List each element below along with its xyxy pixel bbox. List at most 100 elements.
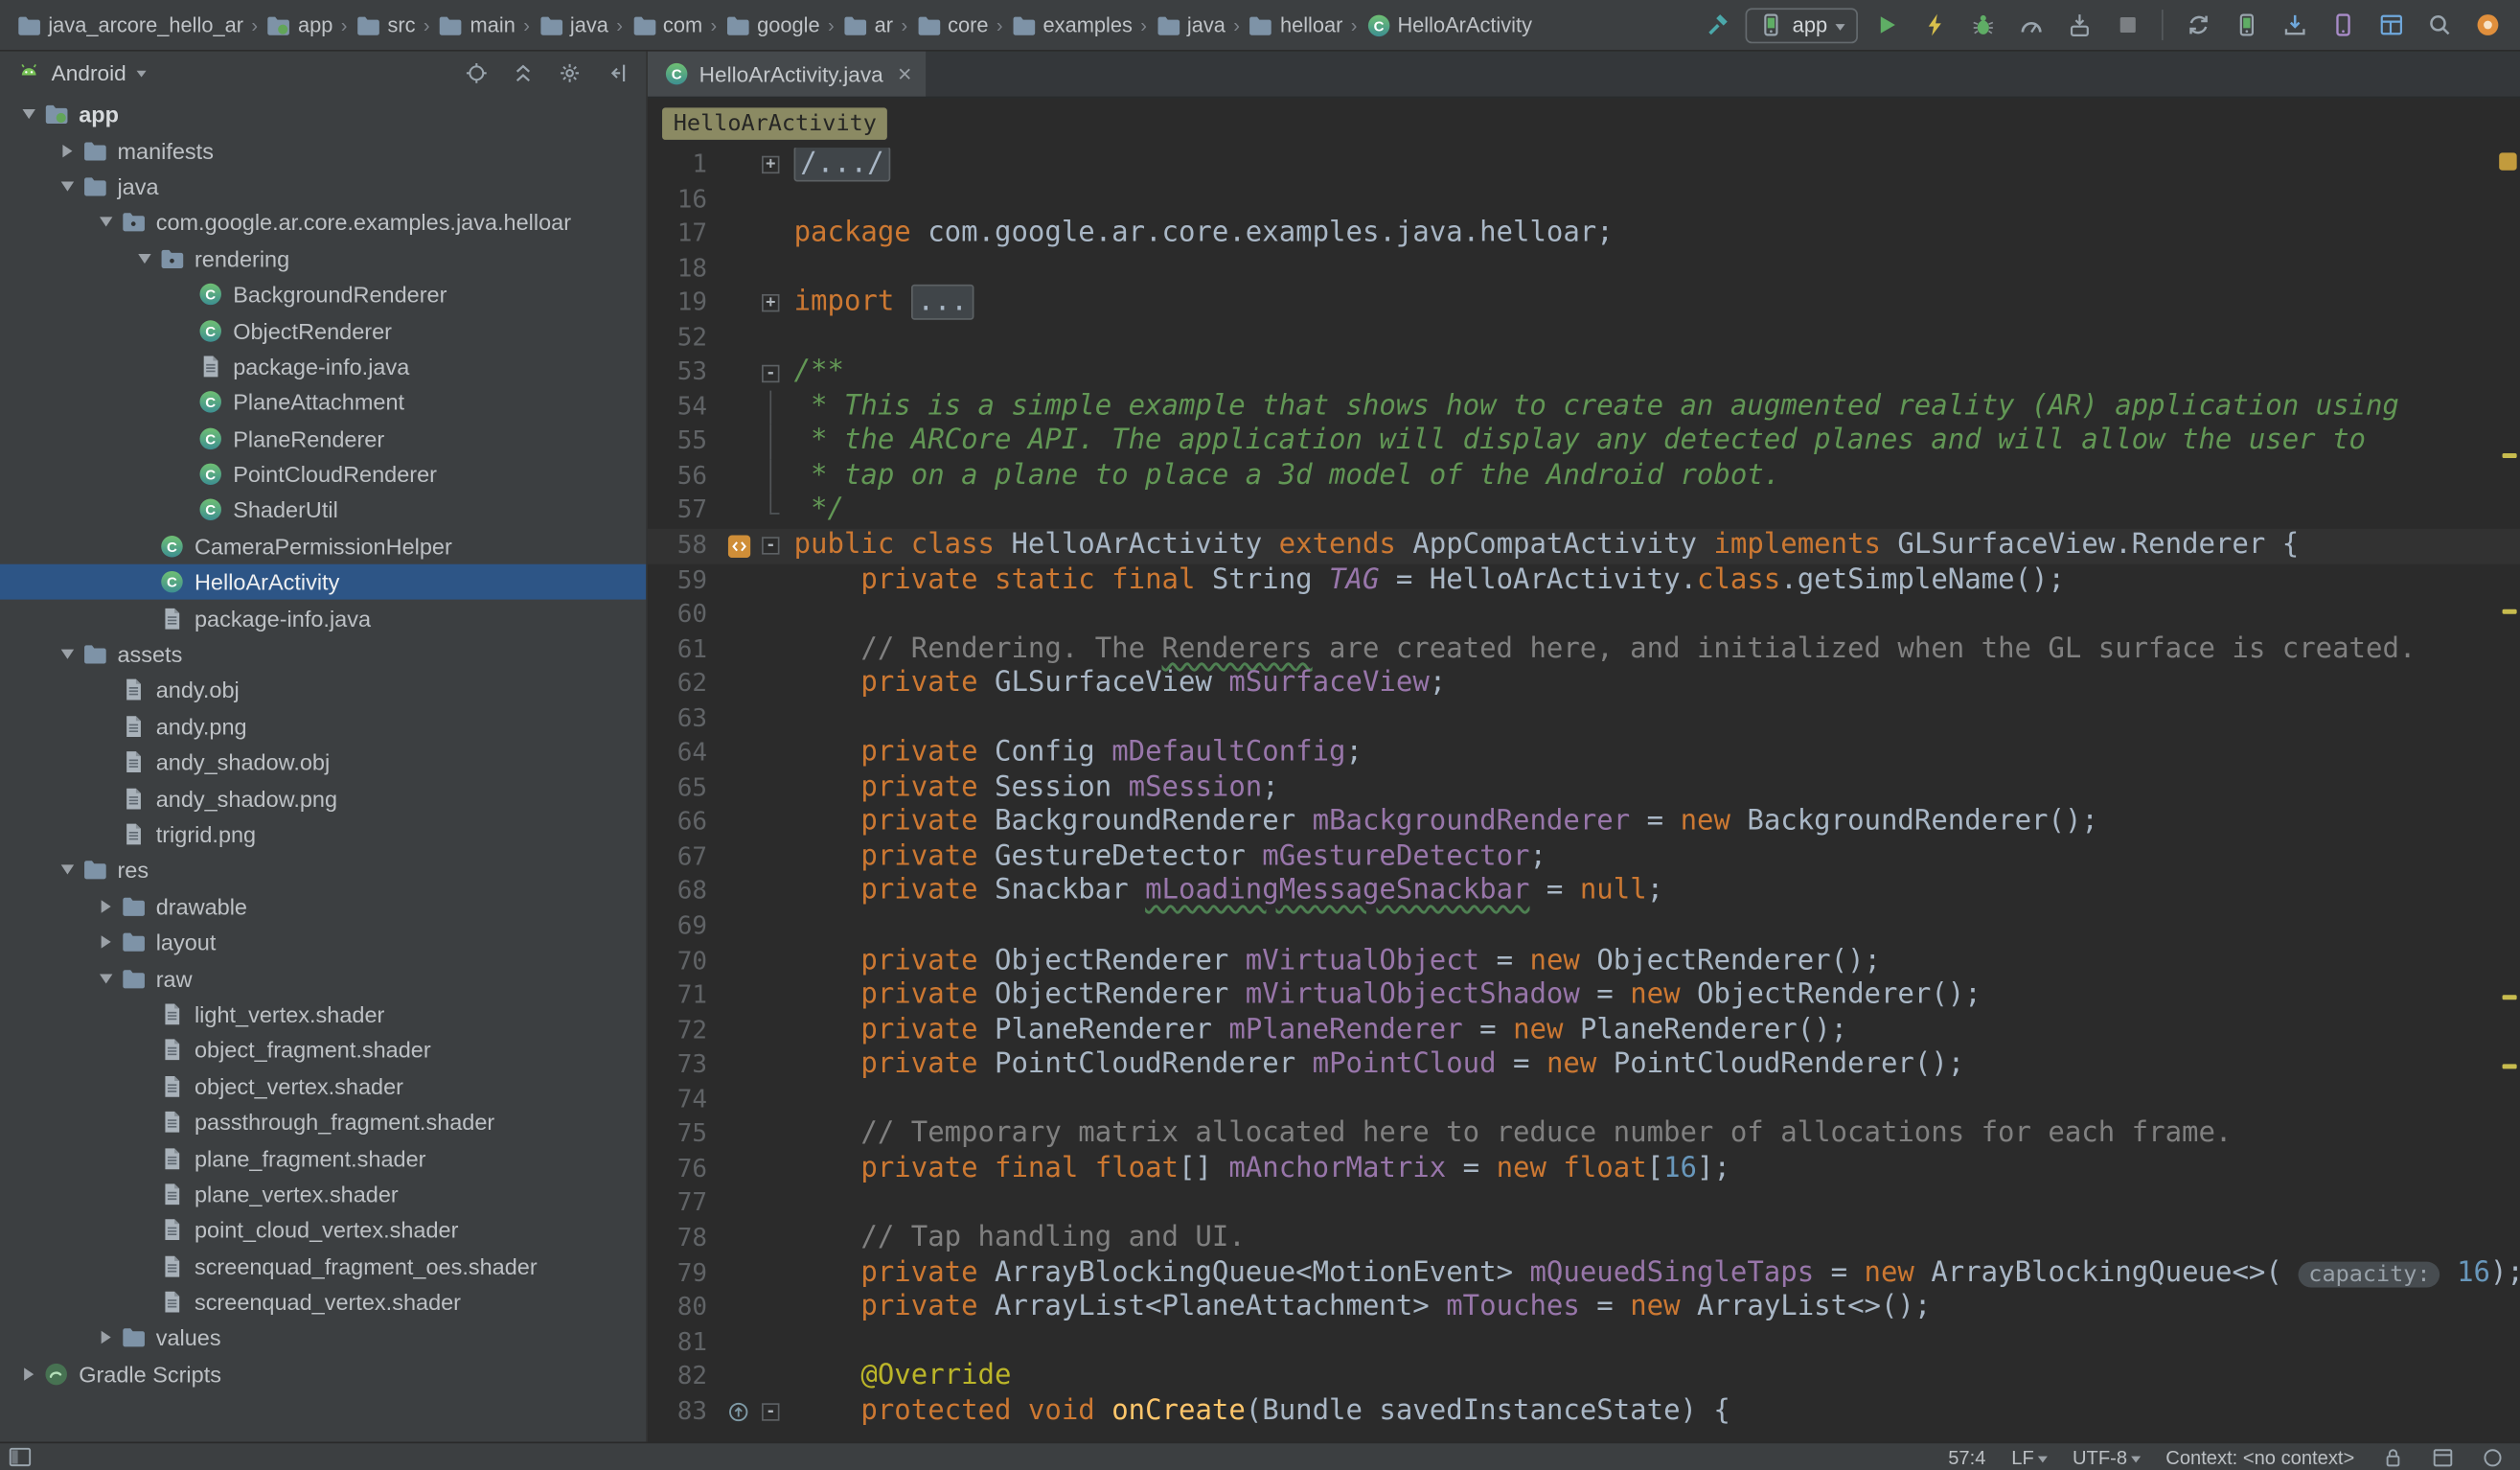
tree-item-screenquad-vertex-shader[interactable]: screenquad_vertex.shader: [0, 1284, 646, 1321]
code-line-text[interactable]: [790, 1187, 794, 1222]
build-project-button[interactable]: [1698, 5, 1738, 45]
code-line-text[interactable]: private GLSurfaceView mSurfaceView;: [790, 667, 1447, 701]
install-button[interactable]: [2059, 5, 2099, 45]
expand-arrow[interactable]: [90, 1321, 121, 1356]
tree-item-andy-obj[interactable]: andy.obj: [0, 673, 646, 709]
code-line-text[interactable]: [790, 1325, 794, 1360]
editor-gutter[interactable]: 77: [648, 1187, 790, 1222]
breadcrumb-item-java-arcore-hello-ar[interactable]: java_arcore_hello_ar: [12, 9, 246, 41]
expand-arrow[interactable]: [90, 888, 121, 924]
editor-gutter[interactable]: 16: [648, 182, 790, 217]
editor-gutter[interactable]: 74: [648, 1083, 790, 1117]
code-editor[interactable]: 1+/.../1617package com.google.ar.core.ex…: [648, 148, 2520, 1441]
editor-gutter[interactable]: 18: [648, 252, 790, 287]
editor-gutter[interactable]: 60: [648, 598, 790, 632]
tree-item-raw[interactable]: raw: [0, 960, 646, 997]
code-line-text[interactable]: private ArrayList<PlaneAttachment> mTouc…: [790, 1291, 1932, 1325]
layout-inspector-button[interactable]: [2371, 5, 2411, 45]
tree-item-drawable[interactable]: drawable: [0, 888, 646, 925]
stop-button[interactable]: [2107, 5, 2147, 45]
editor-gutter[interactable]: 63: [648, 702, 790, 737]
hide-panel-icon[interactable]: [600, 57, 632, 89]
code-line-text[interactable]: private Config mDefaultConfig;: [790, 737, 1363, 771]
tree-item-andy-shadow-png[interactable]: andy_shadow.png: [0, 780, 646, 816]
breadcrumb-item-google[interactable]: google: [722, 9, 823, 41]
editor-gutter[interactable]: 79: [648, 1256, 790, 1291]
sync-project-button[interactable]: [2178, 5, 2218, 45]
tree-item-planeattachment[interactable]: CPlaneAttachment: [0, 384, 646, 421]
sdk-manager-button[interactable]: [2274, 5, 2314, 45]
breadcrumb-current-element[interactable]: HelloArActivity: [662, 107, 888, 140]
tree-item-planerenderer[interactable]: CPlaneRenderer: [0, 421, 646, 457]
breadcrumb-item-com[interactable]: com: [628, 9, 705, 41]
line-separator-indicator[interactable]: LF: [2011, 1446, 2047, 1468]
editor-gutter[interactable]: 61: [648, 632, 790, 667]
editor-gutter[interactable]: 82: [648, 1360, 790, 1394]
assistant-button[interactable]: [2467, 5, 2508, 45]
code-line-text[interactable]: // Tap handling and UI.: [790, 1222, 1246, 1256]
editor-gutter[interactable]: 83-: [648, 1394, 790, 1429]
tree-item-plane-vertex-shader[interactable]: plane_vertex.shader: [0, 1176, 646, 1212]
code-line-text[interactable]: private PlaneRenderer mPlaneRenderer = n…: [790, 1014, 1848, 1048]
tree-item-objectrenderer[interactable]: CObjectRenderer: [0, 312, 646, 349]
code-line-text[interactable]: [790, 321, 794, 356]
apply-changes-button[interactable]: [1914, 5, 1955, 45]
tree-item-pointcloudrenderer[interactable]: CPointCloudRenderer: [0, 456, 646, 493]
locate-icon[interactable]: [460, 57, 493, 89]
editor-gutter[interactable]: 80: [648, 1291, 790, 1325]
code-line-text[interactable]: [790, 702, 794, 737]
editor-gutter[interactable]: 57: [648, 494, 790, 529]
editor-gutter[interactable]: 76: [648, 1152, 790, 1186]
fold-marker[interactable]: +: [755, 287, 786, 321]
editor-gutter[interactable]: 73: [648, 1048, 790, 1083]
run-button[interactable]: [1866, 5, 1906, 45]
editor-gutter[interactable]: 66: [648, 806, 790, 840]
avd-manager-button[interactable]: [2226, 5, 2266, 45]
expand-arrow[interactable]: [52, 853, 82, 888]
code-line-text[interactable]: private GestureDetector mGestureDetector…: [790, 840, 1546, 875]
code-line-text[interactable]: private ObjectRenderer mVirtualObjectSha…: [790, 979, 1982, 1014]
code-line-text[interactable]: private Session mSession;: [790, 771, 1279, 806]
editor-gutter[interactable]: 70: [648, 945, 790, 979]
editor-gutter[interactable]: 54: [648, 390, 790, 425]
tree-item-values[interactable]: values: [0, 1321, 646, 1357]
project-view-selector[interactable]: Android: [16, 59, 146, 85]
code-line-text[interactable]: private final float[] mAnchorMatrix = ne…: [790, 1152, 1730, 1186]
fold-marker[interactable]: -: [755, 1394, 786, 1429]
editor-gutter[interactable]: 17: [648, 218, 790, 252]
code-line-text[interactable]: [790, 909, 794, 944]
collapse-all-icon[interactable]: [506, 57, 538, 89]
file-encoding-indicator[interactable]: UTF-8: [2073, 1446, 2140, 1468]
expand-arrow[interactable]: [90, 960, 121, 996]
code-line-text[interactable]: [790, 1083, 794, 1117]
breadcrumb-item-helloaractivity[interactable]: CHelloArActivity: [1363, 9, 1536, 41]
code-line-text[interactable]: private ObjectRenderer mVirtualObject = …: [790, 945, 1881, 979]
settings-gear-icon[interactable]: [553, 57, 585, 89]
editor-gutter[interactable]: 56: [648, 460, 790, 494]
editor-gutter[interactable]: 62: [648, 667, 790, 701]
tree-item-assets[interactable]: assets: [0, 636, 646, 673]
code-line-text[interactable]: * This is a simple example that shows ho…: [790, 390, 2399, 425]
code-line-text[interactable]: [790, 252, 794, 287]
tree-item-helloaractivity[interactable]: CHelloArActivity: [0, 564, 646, 601]
tree-item-light-vertex-shader[interactable]: light_vertex.shader: [0, 997, 646, 1033]
code-line-text[interactable]: /**: [790, 356, 844, 390]
code-line-text[interactable]: private ArrayBlockingQueue<MotionEvent> …: [790, 1256, 2520, 1291]
tree-item-app[interactable]: app: [0, 97, 646, 133]
tree-item-java[interactable]: java: [0, 169, 646, 205]
device-file-explorer-button[interactable]: [2323, 5, 2363, 45]
code-line-text[interactable]: [790, 182, 794, 217]
code-line-text[interactable]: [790, 598, 794, 632]
fold-marker[interactable]: [755, 425, 786, 459]
android-component-gutter-icon[interactable]: [722, 529, 755, 563]
fold-marker[interactable]: [755, 494, 786, 529]
editor-gutter[interactable]: 19+: [648, 287, 790, 321]
breadcrumb-item-java[interactable]: java: [1152, 9, 1228, 41]
editor-gutter[interactable]: 75: [648, 1117, 790, 1152]
code-line-text[interactable]: private Snackbar mLoadingMessageSnackbar…: [790, 875, 1664, 909]
editor-gutter[interactable]: 78: [648, 1222, 790, 1256]
expand-arrow[interactable]: [128, 241, 159, 276]
fold-marker[interactable]: [755, 390, 786, 425]
expand-arrow[interactable]: [90, 925, 121, 960]
editor-gutter[interactable]: 1+: [648, 148, 790, 182]
